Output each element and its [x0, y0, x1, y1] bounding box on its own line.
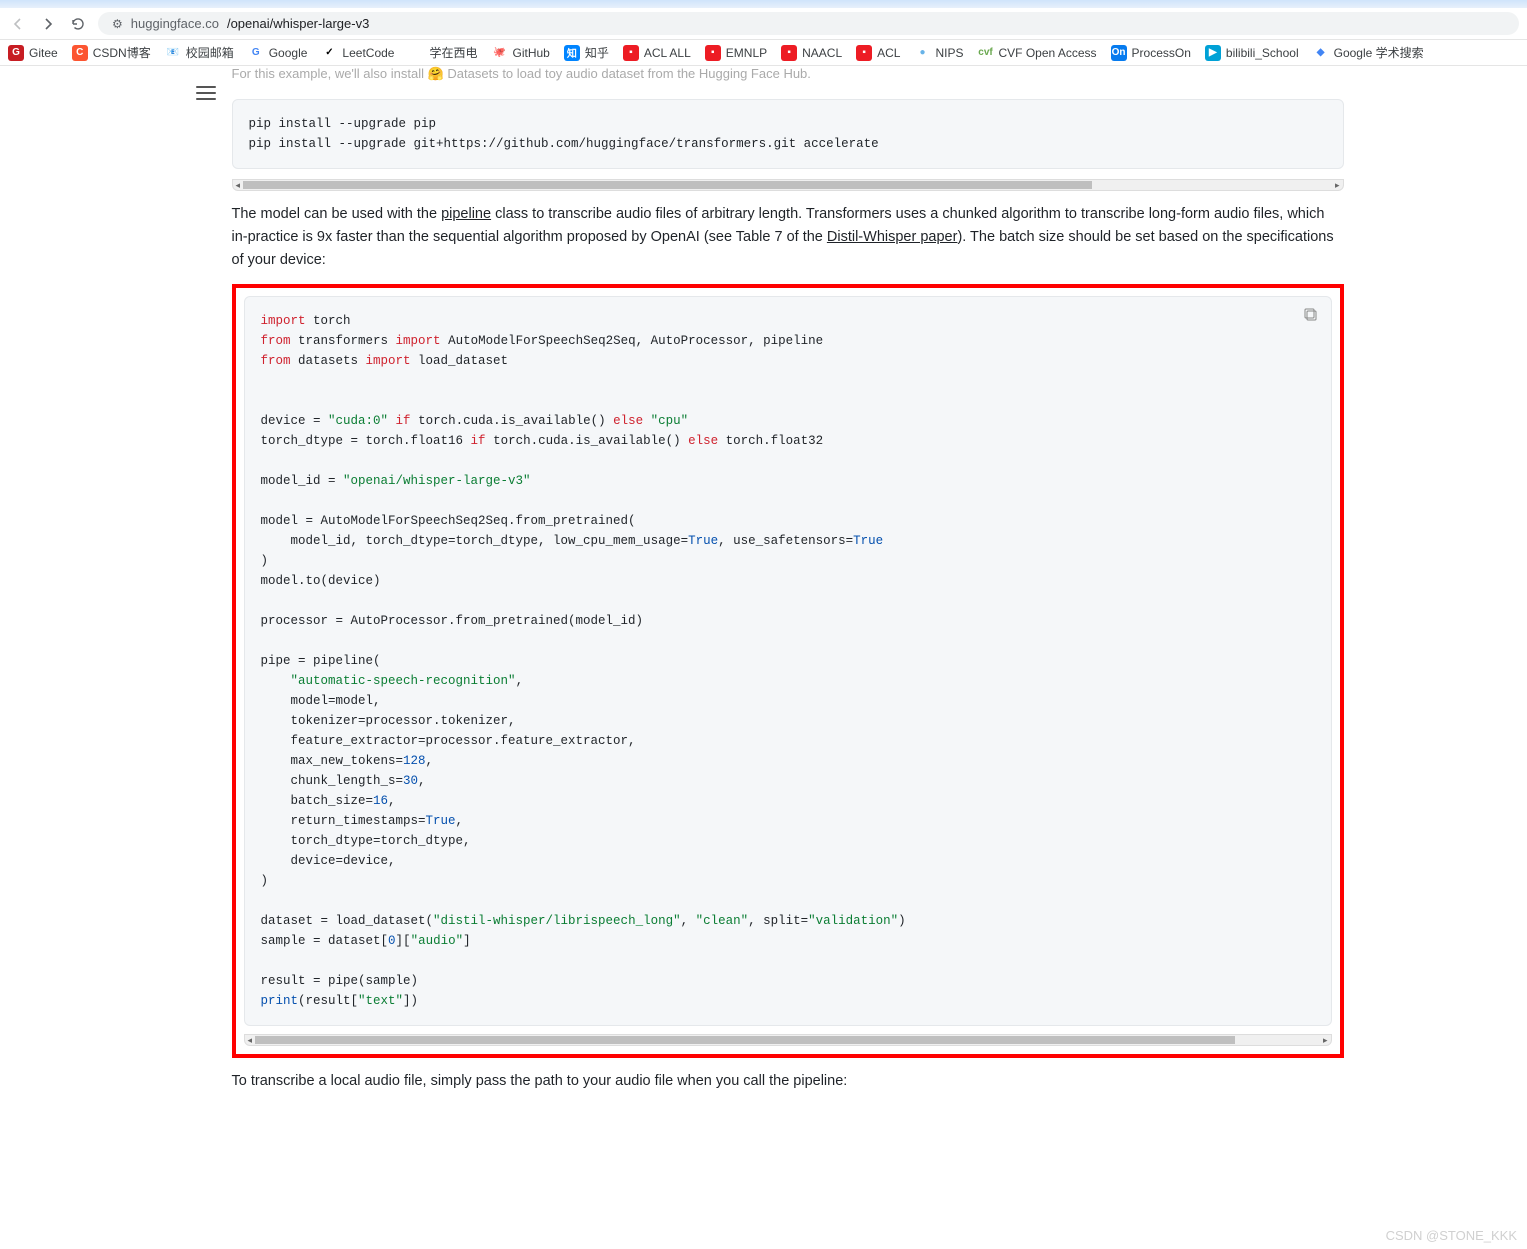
url-host: huggingface.co: [131, 16, 219, 31]
bookmark-label: 知乎: [585, 44, 609, 61]
bookmark-item[interactable]: ▪ ACL ALL: [623, 45, 691, 61]
tab-strip: [0, 0, 1527, 8]
bookmark-item[interactable]: G Google: [248, 45, 308, 61]
url-field[interactable]: ⚙ huggingface.co/openai/whisper-large-v3: [98, 12, 1519, 35]
code-block-main: import torch from transformers import Au…: [244, 296, 1332, 1026]
bookmark-item[interactable]: ▪ ACL: [856, 45, 900, 61]
bookmark-item[interactable]: C CSDN博客: [72, 44, 151, 61]
sidebar-column: [184, 66, 232, 1146]
bookmark-label: CVF Open Access: [999, 46, 1097, 60]
bookmark-item[interactable]: On ProcessOn: [1111, 45, 1191, 61]
bookmark-label: Google: [269, 46, 308, 60]
distil-whisper-link[interactable]: Distil-Whisper paper: [827, 229, 958, 245]
bookmark-label: Google 学术搜索: [1334, 44, 1424, 61]
bookmark-favicon: 知: [564, 45, 580, 61]
bookmark-item[interactable]: 知知乎: [564, 44, 609, 61]
site-info-icon[interactable]: ⚙: [112, 17, 123, 31]
bookmark-favicon: cvf: [978, 45, 994, 61]
bookmark-item[interactable]: ▪ NAACL: [781, 45, 842, 61]
bookmark-label: ACL ALL: [644, 46, 691, 60]
bookmark-label: NAACL: [802, 46, 842, 60]
bookmark-label: ProcessOn: [1132, 46, 1191, 60]
bookmark-label: EMNLP: [726, 46, 767, 60]
bookmark-favicon: ▶: [1205, 45, 1221, 61]
forward-button[interactable]: [38, 14, 58, 34]
url-path: /openai/whisper-large-v3: [227, 16, 369, 31]
bookmark-item[interactable]: cvf CVF Open Access: [978, 45, 1097, 61]
bookmark-item[interactable]: 学学在西电: [408, 44, 477, 61]
bookmark-favicon: 🐙: [491, 45, 507, 61]
bookmark-label: Gitee: [29, 46, 58, 60]
menu-icon[interactable]: [196, 86, 216, 100]
bookmark-favicon: 学: [408, 45, 424, 61]
bookmark-label: CSDN博客: [93, 44, 151, 61]
bookmark-item[interactable]: ● NIPS: [914, 45, 963, 61]
code-scrollbar-2[interactable]: [244, 1034, 1332, 1046]
bookmark-item[interactable]: 📧 校园邮箱: [165, 44, 234, 61]
bookmark-favicon: ▪: [781, 45, 797, 61]
bookmark-favicon: ✓: [321, 45, 337, 61]
url-bar-row: ⚙ huggingface.co/openai/whisper-large-v3: [0, 8, 1527, 40]
bookmark-item[interactable]: ◆ Google 学术搜索: [1313, 44, 1424, 61]
bookmarks-bar: G Gitee C CSDN博客 📧 校园邮箱 G Google ✓ LeetCode 学学在西电 🐙…: [0, 40, 1527, 66]
bookmark-favicon: ●: [914, 45, 930, 61]
copy-icon[interactable]: [1303, 307, 1321, 325]
bookmark-label: GitHub: [512, 46, 549, 60]
partial-text: For this example, we'll also install 🤗 D…: [232, 64, 1344, 85]
back-button[interactable]: [8, 14, 28, 34]
bookmark-favicon: ◆: [1313, 45, 1329, 61]
bookmark-item[interactable]: ▪ EMNLP: [705, 45, 767, 61]
bookmark-label: LeetCode: [342, 46, 394, 60]
code-block-install: pip install --upgrade pip pip install --…: [232, 99, 1344, 169]
bookmark-item[interactable]: 🐙 GitHub: [491, 45, 549, 61]
bookmark-label: 学在西电: [429, 44, 477, 61]
bookmark-item[interactable]: G Gitee: [8, 45, 58, 61]
reload-button[interactable]: [68, 14, 88, 34]
bookmark-favicon: G: [8, 45, 24, 61]
watermark: CSDN @STONE_KKK: [1386, 1228, 1517, 1243]
bookmark-label: 校园邮箱: [186, 44, 234, 61]
paragraph-pipeline: The model can be used with the pipeline …: [232, 203, 1344, 273]
highlighted-region: import torch from transformers import Au…: [232, 284, 1344, 1058]
bookmark-item[interactable]: ✓ LeetCode: [321, 45, 394, 61]
bookmark-label: bilibili_School: [1226, 46, 1299, 60]
code-scrollbar[interactable]: [232, 179, 1344, 191]
bookmark-favicon: ▪: [705, 45, 721, 61]
code-text: pip install --upgrade pip pip install --…: [249, 114, 1327, 154]
pipeline-link[interactable]: pipeline: [441, 206, 491, 222]
bookmark-item[interactable]: ▶ bilibili_School: [1205, 45, 1299, 61]
paragraph-final: To transcribe a local audio file, simply…: [232, 1070, 1344, 1093]
bookmark-label: NIPS: [935, 46, 963, 60]
bookmark-favicon: On: [1111, 45, 1127, 61]
bookmark-favicon: C: [72, 45, 88, 61]
bookmark-favicon: 📧: [165, 45, 181, 61]
bookmark-favicon: ▪: [623, 45, 639, 61]
bookmark-favicon: G: [248, 45, 264, 61]
bookmark-label: ACL: [877, 46, 900, 60]
main-content: For this example, we'll also install 🤗 D…: [232, 66, 1344, 1146]
bookmark-favicon: ▪: [856, 45, 872, 61]
code-text-main: import torch from transformers import Au…: [261, 311, 1315, 1011]
